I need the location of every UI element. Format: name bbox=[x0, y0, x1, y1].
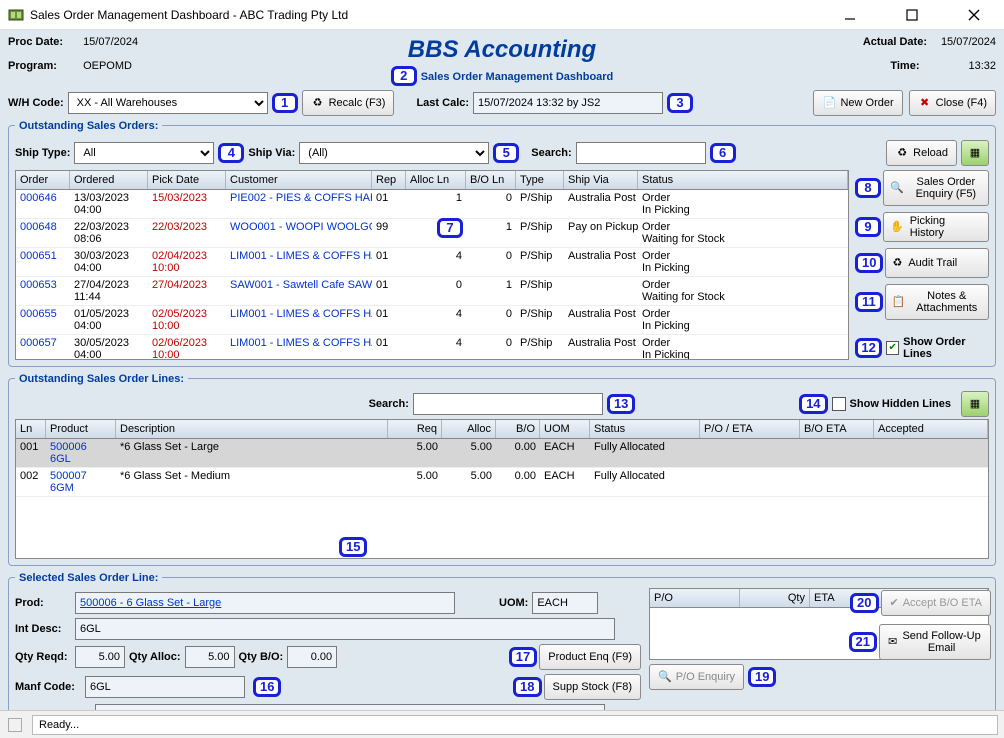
selected-int-desc bbox=[75, 618, 615, 640]
export-excel-lines-button[interactable]: ▦ bbox=[961, 391, 989, 417]
table-row[interactable]: 00065501/05/202304:0002/05/202310:00LIM0… bbox=[16, 306, 848, 335]
show-order-lines-checkbox[interactable]: ✔ bbox=[886, 341, 899, 355]
close-button[interactable]: ✖Close (F4) bbox=[909, 90, 996, 116]
notes-attachments-button[interactable]: 📋Notes & Attachments bbox=[885, 284, 989, 320]
new-order-button[interactable]: 📄New Order bbox=[813, 90, 902, 116]
status-bar: Ready... bbox=[0, 710, 1004, 738]
excel-icon: ▦ bbox=[970, 146, 980, 159]
title-bar: Sales Order Management Dashboard - ABC T… bbox=[0, 0, 1004, 30]
supp-stock-button[interactable]: Supp Stock (F8) bbox=[544, 674, 641, 700]
product-enq-button[interactable]: Product Enq (F9) bbox=[539, 644, 641, 670]
lines-panel: Outstanding Sales Order Lines: Search: 1… bbox=[8, 373, 996, 566]
check-icon: ✔ bbox=[890, 596, 899, 609]
wh-code-select[interactable]: XX - All Warehouses bbox=[68, 92, 268, 114]
program-label: Program: bbox=[8, 60, 80, 72]
orders-search-input[interactable] bbox=[576, 142, 706, 164]
sales-order-enquiry-button[interactable]: 🔍Sales Order Enquiry (F5) bbox=[883, 170, 989, 206]
recycle-icon: ♻ bbox=[892, 256, 902, 269]
header-block: Proc Date: 15/07/2024 Program: OEPOMD BB… bbox=[8, 36, 996, 86]
send-followup-button[interactable]: ✉Send Follow-Up Email bbox=[879, 624, 991, 660]
main-toolbar: W/H Code: XX - All Warehouses 1 ♻Recalc … bbox=[8, 90, 996, 116]
recalc-button[interactable]: ♻Recalc (F3) bbox=[302, 90, 395, 116]
col-order[interactable]: Order bbox=[16, 171, 70, 189]
manf-code bbox=[85, 676, 245, 698]
selected-product[interactable] bbox=[75, 592, 455, 614]
col-pickdate[interactable]: Pick Date bbox=[148, 171, 226, 189]
show-order-lines-label: Show Order Lines bbox=[903, 336, 989, 360]
app-icon bbox=[8, 7, 24, 23]
col-shipvia[interactable]: Ship Via bbox=[564, 171, 638, 189]
lines-legend: Outstanding Sales Order Lines: bbox=[15, 373, 188, 385]
lines-search-label: Search: bbox=[369, 398, 409, 410]
actual-date: 15/07/2024 bbox=[941, 36, 996, 48]
ship-type-label: Ship Type: bbox=[15, 147, 70, 159]
note-icon: 📋 bbox=[892, 295, 906, 308]
col-alloc[interactable]: Alloc Ln bbox=[406, 171, 466, 189]
show-hidden-lines-checkbox[interactable] bbox=[832, 397, 846, 411]
selected-legend: Selected Sales Order Line: bbox=[15, 572, 162, 584]
col-bo[interactable]: B/O Ln bbox=[466, 171, 516, 189]
orders-panel: Outstanding Sales Orders: Ship Type: All… bbox=[8, 120, 996, 367]
accept-bo-eta-button[interactable]: ✔Accept B/O ETA bbox=[881, 590, 992, 616]
picking-history-button[interactable]: ✋Picking History bbox=[883, 212, 989, 242]
time-label: Time: bbox=[890, 60, 962, 72]
orders-search-label: Search: bbox=[531, 147, 571, 159]
close-icon: ✖ bbox=[918, 96, 932, 110]
last-calc-value bbox=[473, 92, 663, 114]
close-window-button[interactable] bbox=[952, 1, 996, 29]
selected-uom bbox=[532, 592, 598, 614]
po-enquiry-button[interactable]: 🔍P/O Enquiry bbox=[649, 664, 744, 690]
actual-date-label: Actual Date: bbox=[863, 36, 935, 48]
table-row[interactable]: 0025000076GM*6 Glass Set - Medium5.005.0… bbox=[16, 468, 988, 497]
proc-date-label: Proc Date: bbox=[8, 36, 80, 48]
mail-icon: ✉ bbox=[888, 635, 897, 648]
minimize-button[interactable] bbox=[828, 1, 872, 29]
ship-type-select[interactable]: All bbox=[74, 142, 214, 164]
excel-icon: ▦ bbox=[970, 397, 980, 410]
col-customer[interactable]: Customer bbox=[226, 171, 372, 189]
col-rep[interactable]: Rep bbox=[372, 171, 406, 189]
qty-bo bbox=[287, 646, 337, 668]
table-row[interactable]: 00065730/05/202304:0002/06/202310:00LIM0… bbox=[16, 335, 848, 360]
app-title: BBS Accounting bbox=[208, 36, 796, 64]
recycle-icon: ♻ bbox=[311, 96, 325, 110]
last-calc-label: Last Calc: bbox=[416, 97, 469, 109]
show-hidden-lines-label: Show Hidden Lines bbox=[850, 398, 951, 410]
table-row[interactable]: 00064613/03/202304:0015/03/2023PIE002 - … bbox=[16, 190, 848, 219]
table-row[interactable]: 0015000066GL*6 Glass Set - Large5.005.00… bbox=[16, 439, 988, 468]
time-value: 13:32 bbox=[968, 60, 996, 72]
status-text: Ready... bbox=[39, 719, 79, 731]
maximize-button[interactable] bbox=[890, 1, 934, 29]
col-status[interactable]: Status bbox=[638, 171, 848, 189]
program-code: OEPOMD bbox=[83, 60, 132, 72]
search-icon: 🔍 bbox=[890, 181, 904, 194]
export-excel-button[interactable]: ▦ bbox=[961, 140, 989, 166]
reload-button[interactable]: ♻Reload bbox=[886, 140, 957, 166]
orders-legend: Outstanding Sales Orders: bbox=[15, 120, 162, 132]
qty-alloc bbox=[185, 646, 235, 668]
orders-grid[interactable]: Order Ordered Pick Date Customer Rep All… bbox=[15, 170, 849, 360]
hand-icon: ✋ bbox=[890, 220, 904, 233]
proc-date: 15/07/2024 bbox=[83, 36, 138, 48]
window-title: Sales Order Management Dashboard - ABC T… bbox=[30, 8, 348, 22]
qty-reqd bbox=[75, 646, 125, 668]
new-icon: 📄 bbox=[822, 96, 836, 110]
page-title: Sales Order Management Dashboard bbox=[421, 71, 614, 83]
col-type[interactable]: Type bbox=[516, 171, 564, 189]
wh-code-label: W/H Code: bbox=[8, 97, 64, 109]
lines-search-input[interactable] bbox=[413, 393, 603, 415]
search-icon: 🔍 bbox=[658, 670, 672, 683]
table-row[interactable]: 00064822/03/202308:0622/03/2023WOO001 - … bbox=[16, 219, 848, 248]
ship-via-label: Ship Via: bbox=[248, 147, 295, 159]
lines-grid[interactable]: Ln Product Description Req Alloc B/O UOM… bbox=[15, 419, 989, 559]
table-row[interactable]: 00065130/03/202304:0002/04/202310:00LIM0… bbox=[16, 248, 848, 277]
reload-icon: ♻ bbox=[895, 146, 909, 160]
audit-trail-button[interactable]: ♻Audit Trail bbox=[885, 248, 989, 278]
table-row[interactable]: 00065327/04/202311:4427/04/2023SAW001 - … bbox=[16, 277, 848, 306]
ship-via-select[interactable]: (All) bbox=[299, 142, 489, 164]
col-ordered[interactable]: Ordered bbox=[70, 171, 148, 189]
